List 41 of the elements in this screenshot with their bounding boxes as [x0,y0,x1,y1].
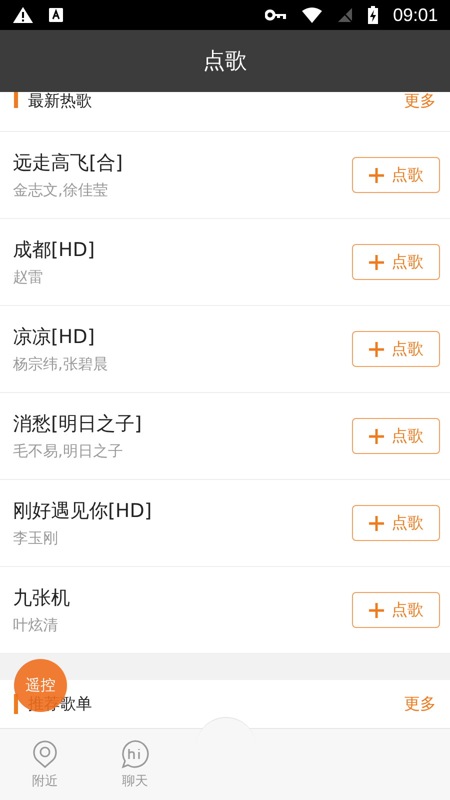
request-song-button[interactable]: 点歌 [352,244,440,280]
song-title: 消愁[明日之子] [13,412,143,437]
song-title: 凉凉[HD] [13,325,96,350]
artist-name: 杨宗纬,张碧晨 [13,355,109,374]
chat-bubble-icon [119,739,151,769]
plus-icon [368,254,384,270]
location-pin-icon [31,739,59,769]
artist-name: 金志文,徐佳莹 [13,181,109,200]
more-link[interactable]: 更多 [404,695,436,713]
plus-icon [368,602,384,618]
plus-icon [368,428,384,444]
page-title: 点歌 [203,48,247,76]
tab-item[interactable]: 附近 [15,739,75,790]
plus-icon [368,342,384,356]
section-accent-bar [14,694,18,714]
artist-name: 叶炫清 [13,616,59,635]
wifi-icon [300,7,323,23]
battery-icon [366,6,379,24]
artist-name: 李玉刚 [13,529,59,548]
signal-icon [336,7,353,23]
artist-name: 毛不易,明日之子 [13,442,124,461]
request-song-button[interactable]: 点歌 [352,592,440,628]
more-link[interactable]: 更多 [404,92,436,110]
plus-icon [368,168,384,182]
warning-icon [12,6,34,24]
clock-text: 09:01 [392,4,438,26]
artist-name: 赵雷 [13,268,44,287]
section-title: 最新热歌 [28,92,92,110]
song-title: 成都[HD] [13,238,96,263]
request-song-button[interactable]: 点歌 [352,505,440,541]
request-song-button[interactable]: 点歌 [352,157,440,193]
song-title: 远走高飞[合] [13,151,124,176]
request-song-button[interactable]: 点歌 [352,418,440,454]
plus-icon [368,516,384,530]
tab-item[interactable]: 聊天 [105,739,165,790]
section-accent-bar [14,92,18,108]
keyboard-icon [48,7,64,23]
song-title: 刚好遇见你[HD] [13,499,153,524]
request-song-button[interactable]: 点歌 [352,331,440,367]
song-title: 九张机 [13,586,71,611]
key-icon [264,9,287,21]
